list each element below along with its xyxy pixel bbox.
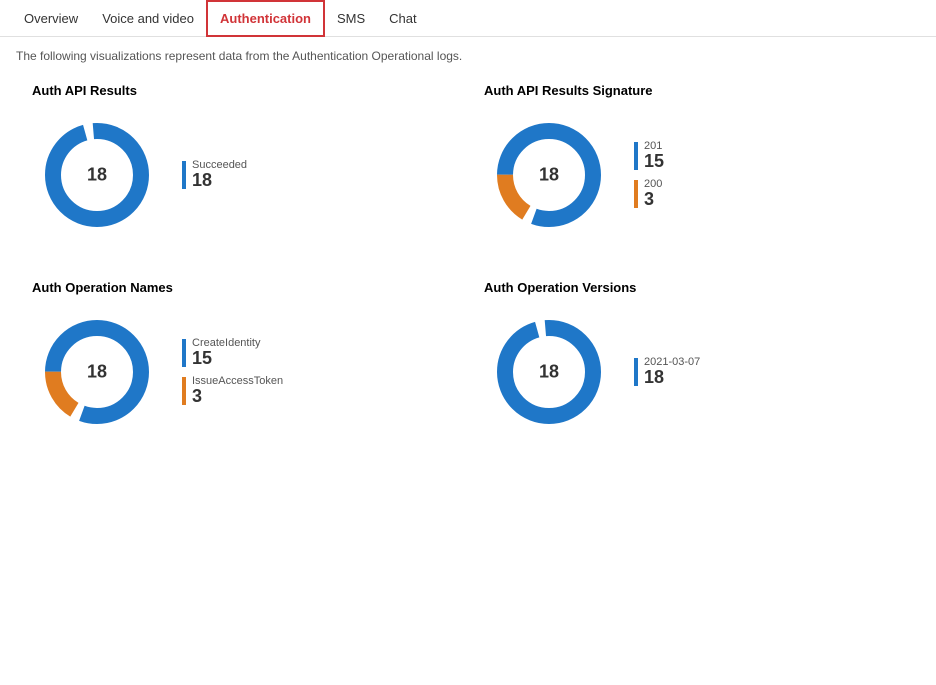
chart-auth-operation-names: Auth Operation Names 18 CreateIdentity15 Is… xyxy=(16,280,468,437)
legend-item: Succeeded18 xyxy=(182,159,247,191)
legend-text: Succeeded18 xyxy=(192,159,247,191)
legend-text: IssueAccessToken3 xyxy=(192,375,283,407)
legend-value: 15 xyxy=(644,152,664,172)
legend-label: IssueAccessToken xyxy=(192,375,283,387)
legend-text: CreateIdentity15 xyxy=(192,337,260,369)
donut-chart: 18 xyxy=(32,307,162,437)
legend-color-bar xyxy=(182,377,186,405)
legend-value: 15 xyxy=(192,349,260,369)
legend-item: 20115 xyxy=(634,140,664,172)
chart-inner: 18Succeeded18 xyxy=(32,110,452,240)
chart-title: Auth API Results xyxy=(32,83,452,98)
chart-title: Auth API Results Signature xyxy=(484,83,904,98)
legend-value: 3 xyxy=(192,387,283,407)
main-content: The following visualizations represent d… xyxy=(0,37,936,449)
chart-auth-operation-versions: Auth Operation Versions182021-03-0718 xyxy=(468,280,920,437)
donut-center-value: 18 xyxy=(539,362,559,383)
chart-inner: 18 20115 2003 xyxy=(484,110,904,240)
legend-item: IssueAccessToken3 xyxy=(182,375,283,407)
donut-center-value: 18 xyxy=(87,362,107,383)
legend-item: 2003 xyxy=(634,178,664,210)
legend-text: 2003 xyxy=(644,178,662,210)
tab-overview[interactable]: Overview xyxy=(12,0,90,37)
legend-value: 18 xyxy=(644,368,700,388)
legend-text: 2021-03-0718 xyxy=(644,356,700,388)
legend-item: CreateIdentity15 xyxy=(182,337,283,369)
tab-bar: OverviewVoice and videoAuthenticationSMS… xyxy=(0,0,936,37)
tab-voice-and-video[interactable]: Voice and video xyxy=(90,0,206,37)
legend-color-bar xyxy=(634,358,638,386)
legend-value: 18 xyxy=(192,171,247,191)
chart-auth-api-results-signature: Auth API Results Signature 18 20115 2003 xyxy=(468,83,920,240)
legend-color-bar xyxy=(182,161,186,189)
chart-title: Auth Operation Versions xyxy=(484,280,904,295)
tab-sms[interactable]: SMS xyxy=(325,0,377,37)
donut-chart: 18 xyxy=(484,307,614,437)
donut-chart: 18 xyxy=(32,110,162,240)
chart-inner: 18 CreateIdentity15 IssueAccessToken3 xyxy=(32,307,452,437)
legend-text: 20115 xyxy=(644,140,664,172)
legend-value: 3 xyxy=(644,190,662,210)
legend-color-bar xyxy=(634,180,638,208)
chart-legend: 20115 2003 xyxy=(634,140,664,210)
tab-authentication[interactable]: Authentication xyxy=(206,0,325,37)
legend-color-bar xyxy=(182,339,186,367)
chart-legend: CreateIdentity15 IssueAccessToken3 xyxy=(182,337,283,407)
chart-legend: 2021-03-0718 xyxy=(634,356,700,388)
donut-center-value: 18 xyxy=(539,165,559,186)
tab-chat[interactable]: Chat xyxy=(377,0,428,37)
legend-item: 2021-03-0718 xyxy=(634,356,700,388)
chart-auth-api-results: Auth API Results18Succeeded18 xyxy=(16,83,468,240)
charts-grid: Auth API Results18Succeeded18Auth API Re… xyxy=(16,83,920,437)
chart-inner: 182021-03-0718 xyxy=(484,307,904,437)
donut-chart: 18 xyxy=(484,110,614,240)
legend-color-bar xyxy=(634,142,638,170)
subtitle: The following visualizations represent d… xyxy=(16,49,920,63)
donut-center-value: 18 xyxy=(87,165,107,186)
chart-legend: Succeeded18 xyxy=(182,159,247,191)
chart-title: Auth Operation Names xyxy=(32,280,452,295)
